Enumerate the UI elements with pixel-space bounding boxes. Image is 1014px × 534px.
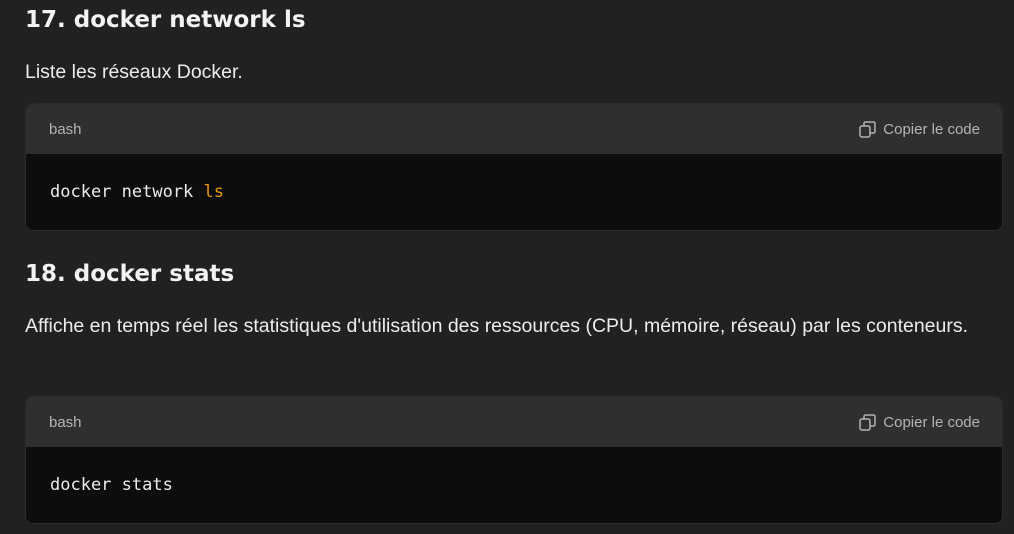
- code-body: docker stats: [26, 447, 1002, 523]
- section-heading-17: 17. docker network ls: [25, 7, 306, 33]
- code-command: docker stats: [50, 475, 173, 495]
- code-keyword: ls: [203, 182, 225, 202]
- copy-icon: [858, 120, 877, 139]
- copy-code-button[interactable]: Copier le code: [858, 120, 980, 139]
- section-description-17: Liste les réseaux Docker.: [25, 61, 243, 83]
- code-block-17: bash Copier le code docker network ls: [25, 103, 1003, 231]
- code-language-label: bash: [49, 413, 82, 431]
- code-block-header: bash Copier le code: [26, 104, 1002, 154]
- chat-content: 17. docker network ls Liste les réseaux …: [0, 0, 1014, 534]
- code-language-label: bash: [49, 120, 82, 138]
- code-command: docker network: [50, 182, 204, 202]
- copy-icon: [858, 413, 877, 432]
- code-block-18: bash Copier le code docker stats: [25, 396, 1003, 524]
- section-heading-18: 18. docker stats: [25, 261, 235, 287]
- copy-code-button[interactable]: Copier le code: [858, 413, 980, 432]
- code-body: docker network ls: [26, 154, 1002, 230]
- copy-code-label: Copier le code: [883, 120, 980, 138]
- copy-code-label: Copier le code: [883, 413, 980, 431]
- section-description-18: Affiche en temps réel les statistiques d…: [25, 315, 969, 337]
- code-block-header: bash Copier le code: [26, 397, 1002, 447]
